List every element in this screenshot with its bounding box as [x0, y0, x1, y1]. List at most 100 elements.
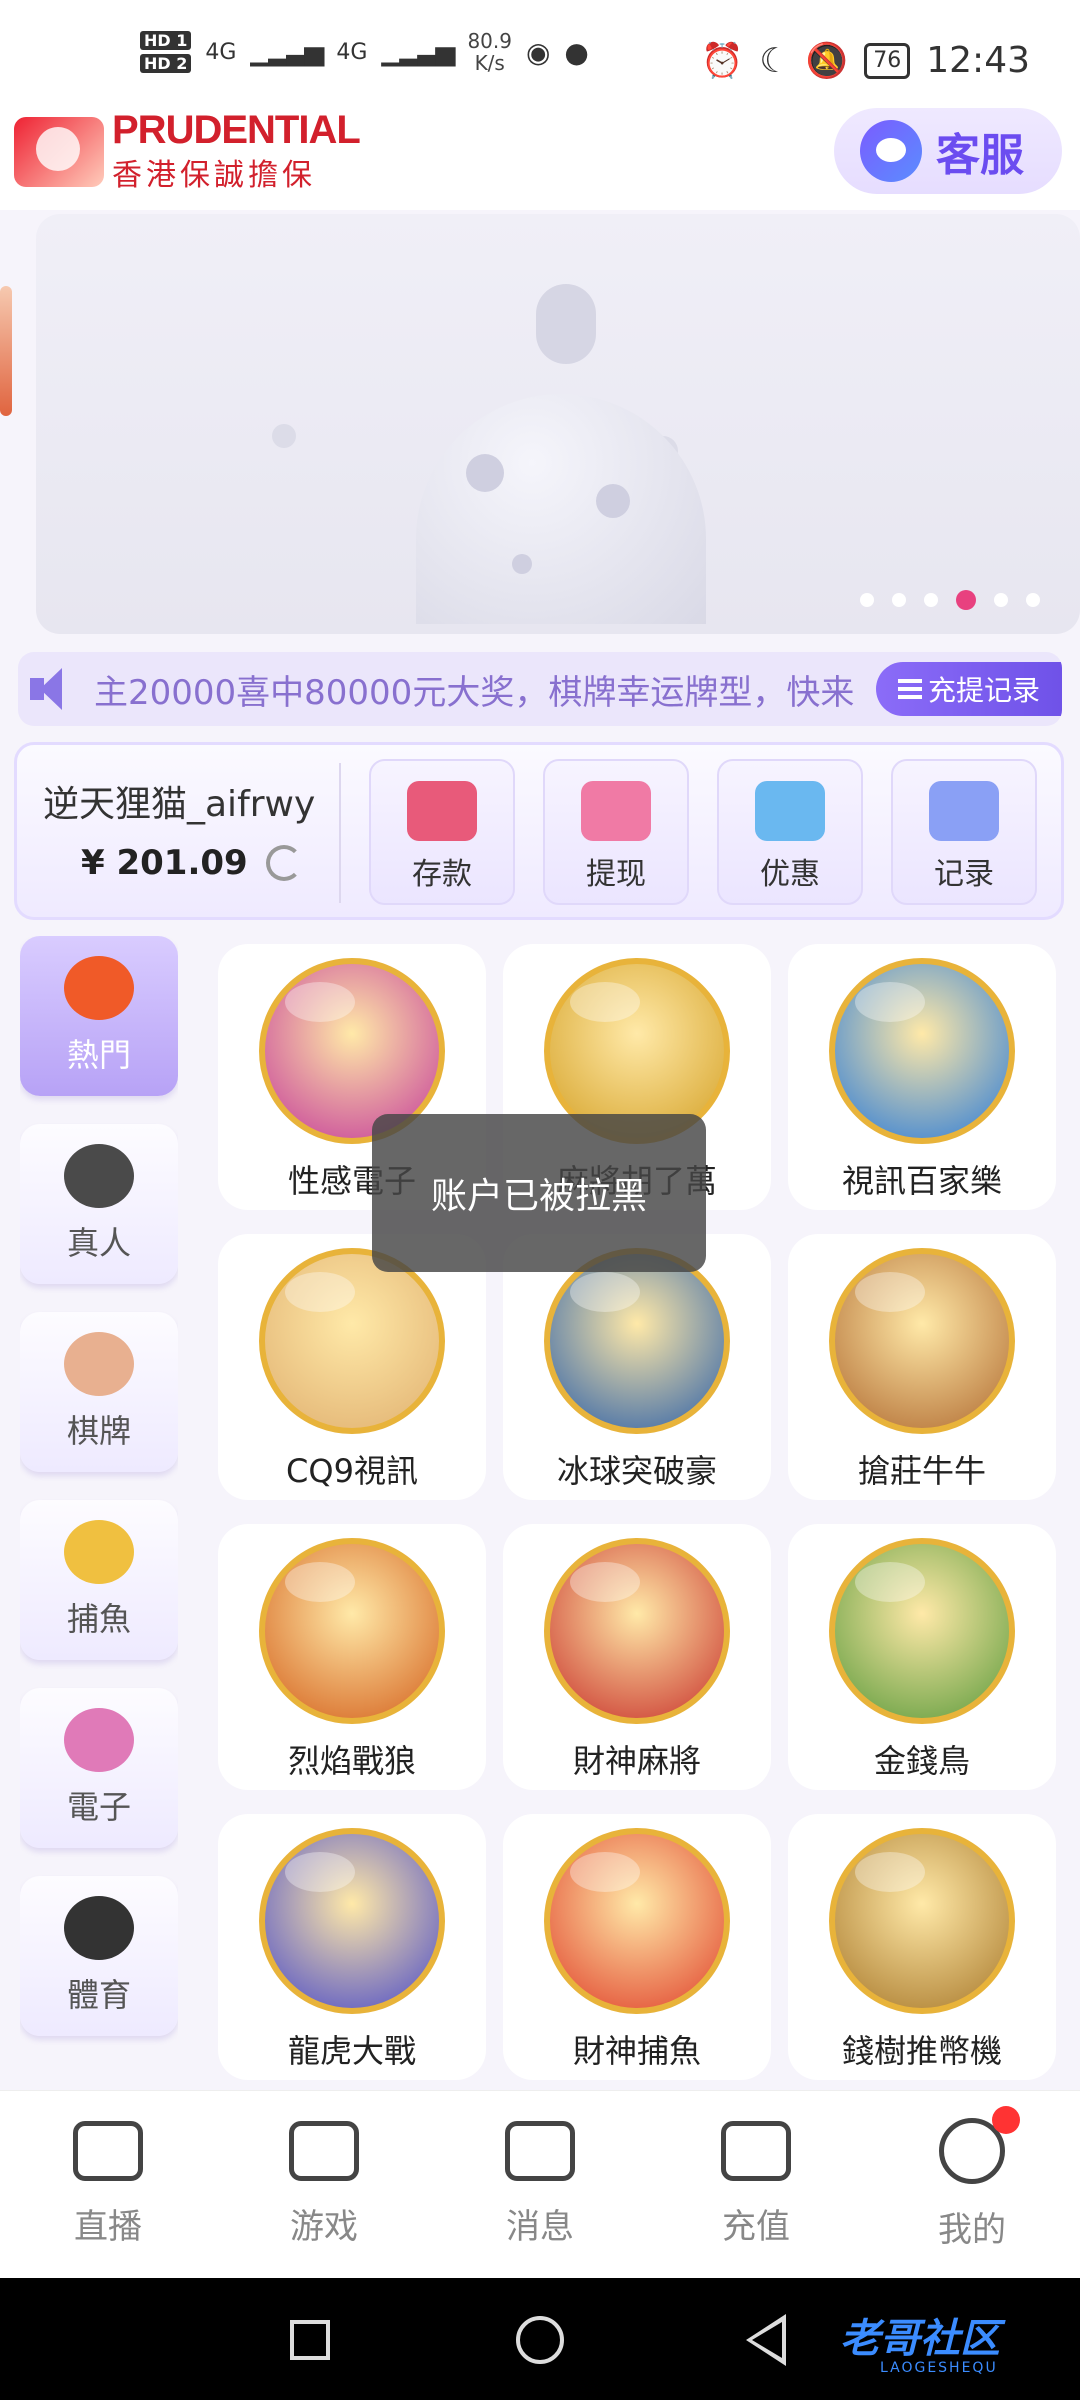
bar-chart-icon	[929, 781, 999, 841]
brand-en: PRUDENTIAL	[112, 108, 361, 152]
wallet-action-button[interactable]: 提现	[543, 759, 689, 905]
carousel-dot[interactable]	[994, 593, 1008, 607]
balance-amount: ¥ 201.09	[81, 843, 248, 883]
game-tile[interactable]: 錢樹推幣機	[788, 1814, 1056, 2080]
category-tab[interactable]: 棋牌	[20, 1312, 178, 1472]
carousel-dot[interactable]	[956, 590, 976, 610]
category-label: 棋牌	[66, 1412, 131, 1450]
wallet-icon	[721, 2121, 791, 2181]
wallet-action-button[interactable]: 优惠	[717, 759, 863, 905]
message-icon	[505, 2121, 575, 2181]
category-tab[interactable]: 捕魚	[20, 1500, 178, 1660]
tab-camera[interactable]: 直播	[8, 2121, 208, 2248]
category-label: 真人	[66, 1224, 131, 1262]
recents-button[interactable]	[290, 2320, 330, 2360]
chip-icon	[64, 1144, 134, 1208]
username: 逆天狸猫_aifrwy	[43, 784, 316, 825]
category-tab[interactable]: 真人	[20, 1124, 178, 1284]
carousel-dot[interactable]	[860, 593, 874, 607]
customer-service-button[interactable]: 客服	[834, 108, 1062, 194]
announcement-bar: 主20000喜中80000元大奖，棋牌幸运牌型，快来 充提记录	[18, 652, 1062, 726]
wallet-action-label: 记录	[934, 857, 994, 892]
game-thumbnail	[259, 1538, 445, 1724]
money-bag-icon	[581, 781, 651, 841]
tab-label: 消息	[506, 2207, 574, 2247]
flame-icon	[64, 956, 134, 1020]
category-label: 熱門	[66, 1036, 131, 1074]
speaker-icon	[30, 666, 84, 712]
refresh-icon[interactable]	[265, 845, 302, 881]
tab-gamepad[interactable]: 游戏	[224, 2121, 424, 2248]
game-tile[interactable]: 搶莊牛牛	[788, 1234, 1056, 1500]
category-tab[interactable]: 熱門	[20, 936, 178, 1096]
wallet-action-button[interactable]: 存款	[369, 759, 515, 905]
crater	[596, 484, 630, 518]
net-speed-unit: K/s	[474, 51, 505, 75]
game-tile[interactable]: 金錢鳥	[788, 1524, 1056, 1790]
moon-icon: ☾	[759, 40, 790, 81]
game-tile[interactable]: 財神麻將	[503, 1524, 771, 1790]
category-tab[interactable]: 電子	[20, 1688, 178, 1848]
moon-illustration	[416, 394, 706, 624]
game-name: 龍虎大戰	[287, 2032, 416, 2070]
category-tab[interactable]: 體育	[20, 1876, 178, 2036]
game-thumbnail	[829, 1538, 1015, 1724]
wallet-card: 逆天狸猫_aifrwy ¥ 201.09 存款 提现 优惠 记录	[14, 742, 1064, 920]
game-tile[interactable]: 冰球突破豪	[503, 1234, 771, 1500]
status-right: ⏰ ☾ 🔕 76 12:43	[701, 40, 1030, 81]
card-icon	[407, 781, 477, 841]
tab-wallet[interactable]: 充值	[656, 2121, 856, 2248]
game-name: 搶莊牛牛	[857, 1452, 986, 1490]
carousel-dot[interactable]	[892, 593, 906, 607]
game-name: CQ9視訊	[286, 1452, 418, 1490]
carousel-dot[interactable]	[924, 593, 938, 607]
brand-text: PRUDENTIAL 香港保誠擔保	[112, 108, 361, 194]
game-tile[interactable]: 視訊百家樂	[788, 944, 1056, 1210]
slot-icon	[64, 1708, 134, 1772]
game-name: 冰球突破豪	[556, 1452, 717, 1490]
notification-dot	[992, 2106, 1020, 2134]
app-header: PRUDENTIAL 香港保誠擔保 客服	[0, 100, 1080, 210]
game-thumbnail	[544, 1248, 730, 1434]
hd1-badge: HD 1	[140, 31, 192, 50]
home-button[interactable]	[516, 2316, 564, 2364]
brand-logo: PRUDENTIAL 香港保誠擔保	[14, 108, 361, 194]
transaction-record-button[interactable]: 充提记录	[876, 662, 1062, 716]
game-tile[interactable]: 財神捕魚	[503, 1814, 771, 2080]
tab-smiley[interactable]: 我的	[872, 2106, 1072, 2251]
game-name: 視訊百家樂	[841, 1162, 1002, 1200]
tab-label: 我的	[938, 2210, 1006, 2250]
crater	[466, 454, 504, 492]
soccer-ball-icon	[64, 1896, 134, 1960]
game-thumbnail	[829, 1828, 1015, 2014]
game-tile[interactable]: CQ9視訊	[218, 1234, 486, 1500]
game-thumbnail	[544, 1828, 730, 2014]
signal1-icon: ▁▂▃▅	[250, 37, 324, 67]
net-speed-value: 80.9	[467, 29, 512, 53]
game-name: 金錢鳥	[873, 1742, 970, 1780]
wallet-action-button[interactable]: 记录	[891, 759, 1037, 905]
game-thumbnail	[829, 1248, 1015, 1434]
banner-carousel[interactable]	[36, 214, 1080, 634]
tab-message[interactable]: 消息	[440, 2121, 640, 2248]
back-button[interactable]	[746, 2314, 786, 2366]
wallet-actions: 存款 提现 优惠 记录	[369, 759, 1037, 905]
list-icon	[897, 679, 922, 699]
game-thumbnail	[259, 1248, 445, 1434]
toast-message: 账户已被拉黑	[372, 1114, 706, 1272]
announcement-text: 主20000喜中80000元大奖，棋牌幸运牌型，快来	[94, 672, 855, 713]
system-nav-bar: 老哥社区 LAOGESHEQU	[0, 2278, 1080, 2400]
carousel-dot[interactable]	[1026, 593, 1040, 607]
game-tile[interactable]: 烈焰戰狼	[218, 1524, 486, 1790]
hd2-badge: HD 2	[140, 54, 192, 73]
cards-icon	[64, 1332, 134, 1396]
divider	[339, 763, 341, 903]
signal1-label: 4G	[205, 39, 237, 65]
bottom-tab-bar: 直播 游戏 消息 充值 我的	[0, 2090, 1080, 2278]
game-thumbnail	[259, 1828, 445, 2014]
tab-label: 直播	[74, 2207, 142, 2247]
mute-icon: 🔕	[805, 40, 849, 81]
watermark-logo: 老哥社区	[840, 2316, 1000, 2362]
customer-service-label: 客服	[936, 130, 1024, 181]
game-tile[interactable]: 龍虎大戰	[218, 1814, 486, 2080]
